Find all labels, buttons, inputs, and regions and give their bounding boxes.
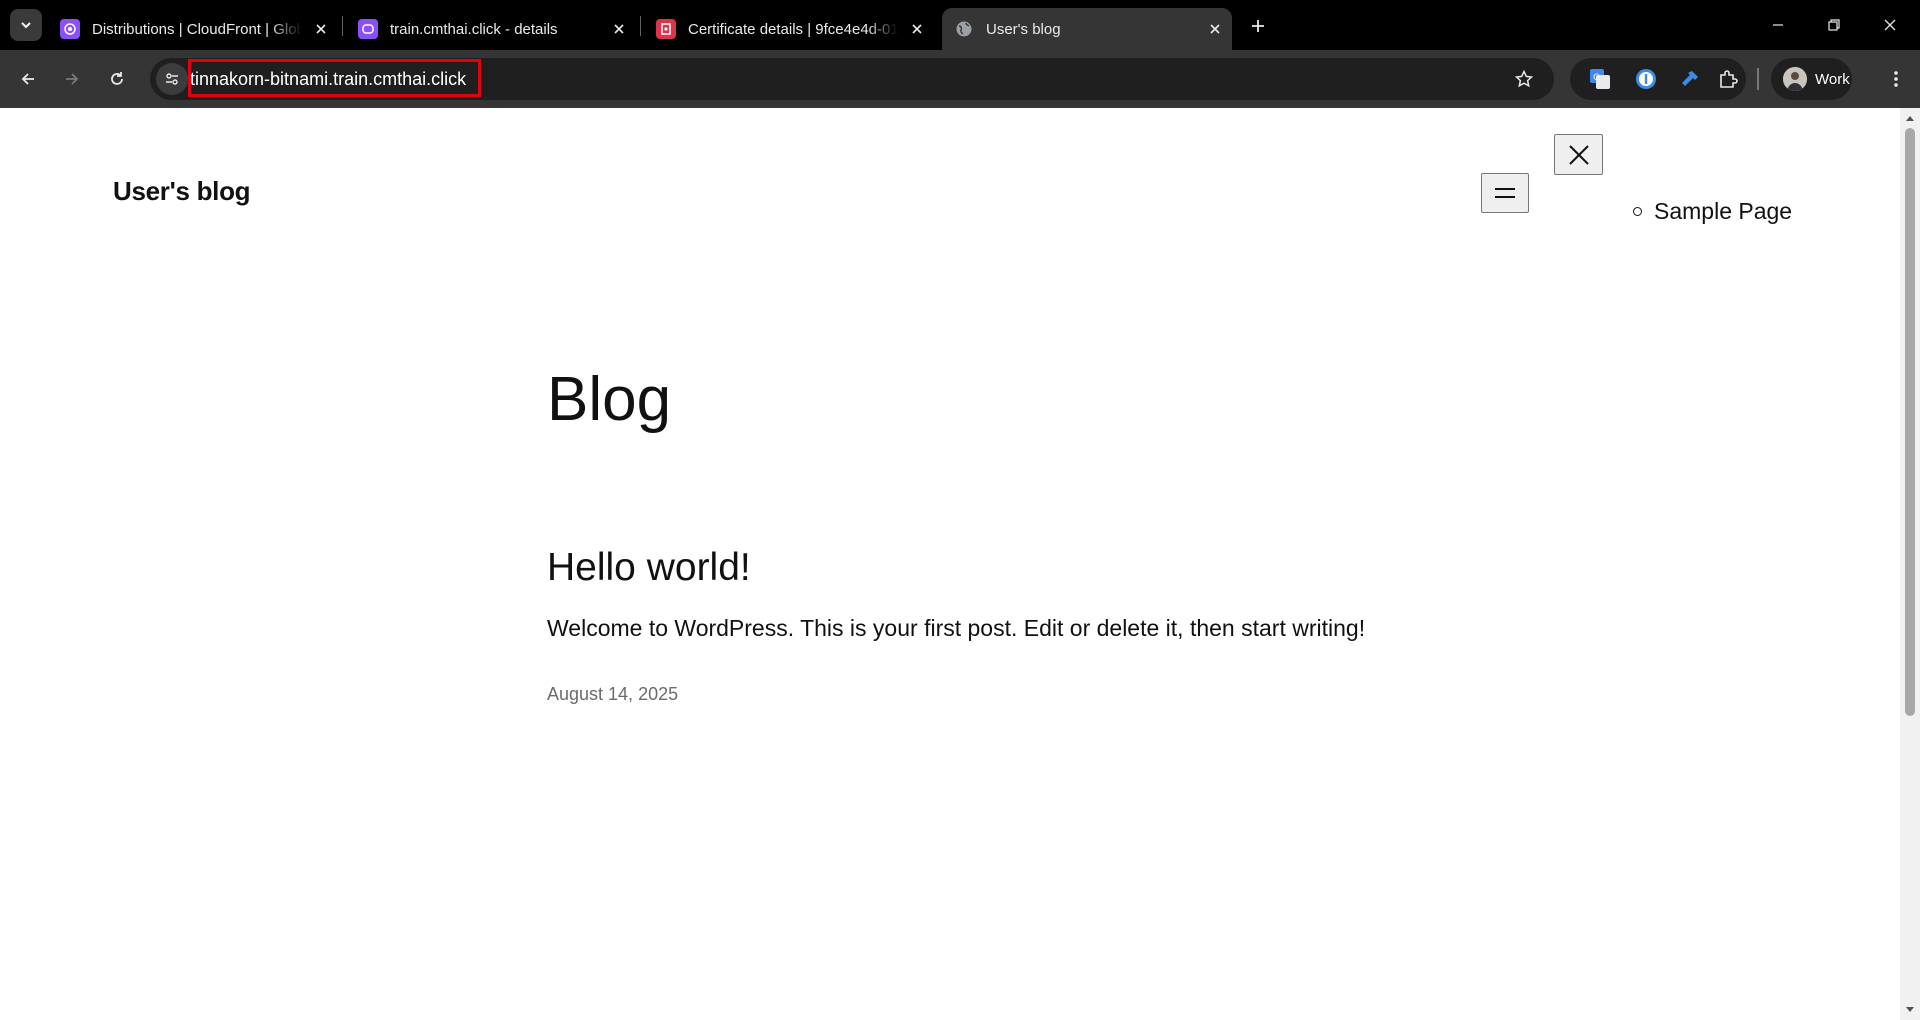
- close-tab-icon[interactable]: [906, 18, 928, 40]
- close-tab-icon[interactable]: [310, 18, 332, 40]
- extensions-puzzle-icon[interactable]: [1716, 67, 1740, 91]
- more-vert-icon: [1894, 71, 1898, 87]
- new-tab-button[interactable]: [1244, 12, 1272, 40]
- profile-label: Work: [1815, 70, 1850, 88]
- browser-menu-button[interactable]: [1880, 63, 1912, 95]
- nav-item-sample-page[interactable]: Sample Page: [1633, 198, 1792, 225]
- page-title: Blog: [547, 365, 672, 434]
- hamburger-icon: [1495, 188, 1515, 198]
- tab-route53[interactable]: train.cmthai.click - details: [346, 8, 636, 50]
- profile-button[interactable]: Work: [1771, 58, 1852, 100]
- chevron-down-icon: [21, 22, 31, 29]
- avatar: [1783, 67, 1807, 91]
- google-translate-icon[interactable]: G: [1588, 67, 1612, 91]
- tune-icon: [166, 73, 178, 85]
- password-manager-icon[interactable]: [1634, 67, 1658, 91]
- restore-button[interactable]: [1806, 0, 1862, 50]
- tab-users-blog[interactable]: User's blog: [942, 8, 1232, 50]
- nav-item-label[interactable]: Sample Page: [1654, 198, 1792, 225]
- minimize-icon: [1773, 24, 1783, 26]
- scrollbar[interactable]: [1900, 108, 1920, 1020]
- toolbar-divider: [1757, 68, 1759, 90]
- close-tab-icon[interactable]: [1204, 18, 1226, 40]
- reload-icon: [111, 72, 123, 85]
- site-navigation: Sample Page: [1633, 198, 1792, 225]
- address-bar[interactable]: tinnakorn-bitnami.train.cmthai.click: [150, 58, 1554, 100]
- tab-separator: [640, 16, 641, 36]
- acm-icon: [656, 19, 676, 39]
- tab-certificate[interactable]: Certificate details | 9fce4e4d-01: [644, 8, 934, 50]
- site-info-button[interactable]: [156, 63, 188, 95]
- scroll-up-icon[interactable]: [1900, 110, 1920, 126]
- close-icon: [1568, 144, 1589, 165]
- cloudfront-icon: [60, 19, 80, 39]
- scrollbar-thumb[interactable]: [1905, 128, 1915, 716]
- tab-title: Certificate details | 9fce4e4d-01: [688, 20, 898, 38]
- tab-strip: Distributions | CloudFront | Global trai…: [0, 0, 1920, 50]
- tab-title: User's blog: [986, 20, 1061, 38]
- close-menu-button[interactable]: [1554, 134, 1603, 175]
- forward-button[interactable]: [56, 63, 88, 95]
- wrench-extension-icon[interactable]: [1678, 67, 1702, 91]
- close-tab-icon[interactable]: [608, 18, 630, 40]
- arrow-left-icon: [21, 73, 34, 85]
- star-icon: [1514, 69, 1534, 88]
- tab-title: train.cmthai.click - details: [390, 20, 558, 38]
- post-date[interactable]: August 14, 2025: [547, 684, 678, 705]
- back-button[interactable]: [12, 63, 44, 95]
- arrow-right-icon: [66, 73, 79, 85]
- minimize-button[interactable]: [1750, 0, 1806, 50]
- scroll-down-icon[interactable]: [1900, 1002, 1920, 1018]
- reload-button[interactable]: [101, 63, 133, 95]
- tab-separator: [342, 16, 343, 36]
- restore-icon: [1828, 19, 1840, 31]
- page-content: User's blog Sample Page Blog Hello world…: [0, 108, 1900, 1020]
- close-icon: [1884, 19, 1896, 31]
- tab-search-button[interactable]: [10, 9, 42, 41]
- globe-icon: [954, 19, 974, 39]
- url-text[interactable]: tinnakorn-bitnami.train.cmthai.click: [190, 69, 466, 90]
- tab-title: Distributions | CloudFront | Global: [92, 20, 302, 38]
- site-title[interactable]: User's blog: [113, 176, 251, 207]
- open-menu-button[interactable]: [1481, 173, 1529, 213]
- close-window-button[interactable]: [1862, 0, 1918, 50]
- tab-cloudfront[interactable]: Distributions | CloudFront | Global: [48, 8, 338, 50]
- svg-text:G: G: [1593, 73, 1600, 83]
- extensions-group: G: [1570, 58, 1746, 100]
- post-title[interactable]: Hello world!: [547, 546, 751, 590]
- bookmark-star-button[interactable]: [1512, 67, 1536, 91]
- browser-toolbar: tinnakorn-bitnami.train.cmthai.click G W…: [0, 50, 1920, 108]
- plus-icon: [1252, 20, 1264, 32]
- route53-icon: [358, 19, 378, 39]
- list-bullet: [1633, 207, 1642, 216]
- post-excerpt: Welcome to WordPress. This is your first…: [547, 615, 1366, 641]
